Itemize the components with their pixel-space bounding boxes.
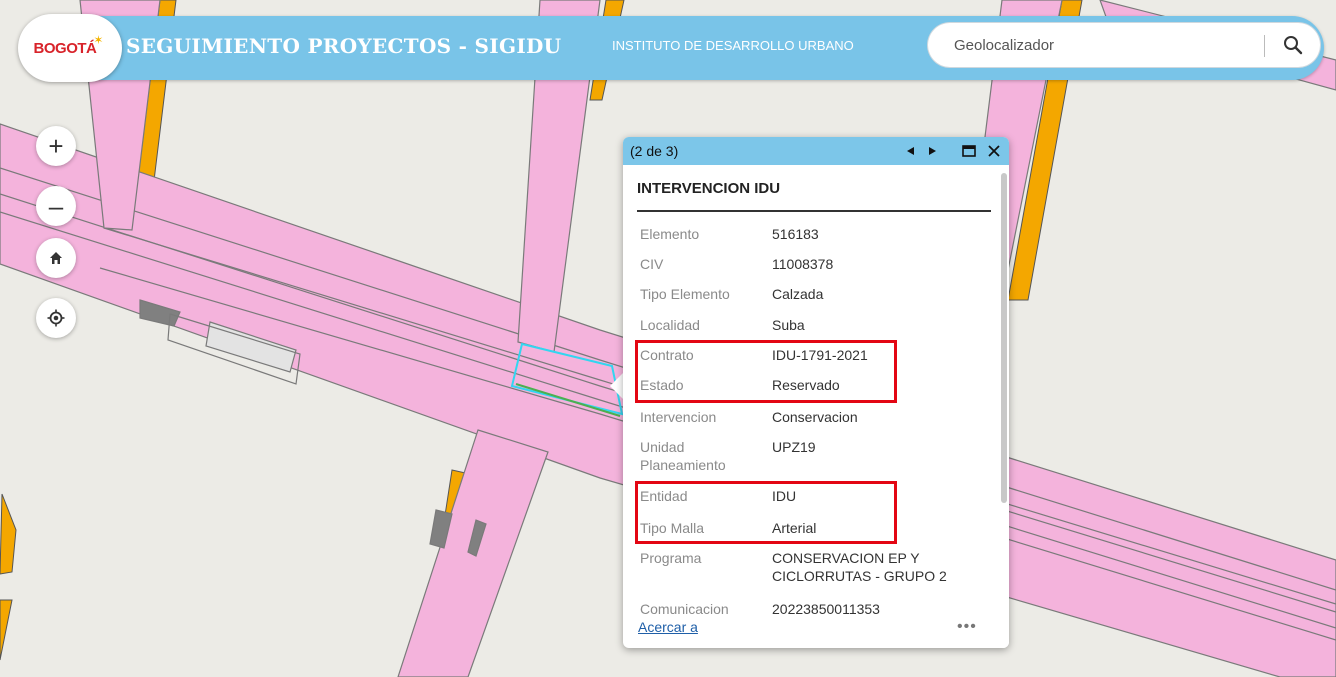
- popup-feature-count: (2 de 3): [630, 143, 679, 159]
- field-value: 11008378: [772, 256, 834, 272]
- zoom-out-button[interactable]: –: [36, 186, 76, 226]
- field-label: Unidad Planeamiento: [640, 439, 726, 473]
- popup-body: INTERVENCION IDU Elemento 516183 CIV 110…: [623, 165, 999, 648]
- logo-star-icon: ✶: [93, 33, 104, 47]
- more-actions-button[interactable]: •••: [957, 618, 977, 636]
- search-divider: [1264, 35, 1265, 57]
- home-button[interactable]: [36, 238, 76, 278]
- close-popup-button[interactable]: [985, 142, 1003, 160]
- field-label: Comunicacion: [640, 601, 729, 617]
- field-value: UPZ19: [772, 439, 816, 455]
- field-label: Intervencion: [640, 409, 717, 425]
- search-icon: [1284, 36, 1303, 55]
- field-value: 516183: [772, 226, 819, 242]
- minus-icon: –: [48, 191, 64, 221]
- field-value: 20223850011353: [772, 601, 880, 617]
- plus-icon: +: [48, 131, 64, 161]
- maximize-icon: [962, 145, 976, 157]
- field-value: Suba: [772, 317, 805, 333]
- app-title: SEGUIMIENTO PROYECTOS - SIGIDU: [126, 34, 562, 58]
- popup-title-divider: [637, 210, 991, 212]
- field-label: Localidad: [640, 317, 700, 333]
- highlight-box-contrato-estado: [635, 340, 897, 403]
- maximize-popup-button[interactable]: [960, 142, 978, 160]
- popup-pointer: [610, 372, 624, 400]
- popup-header: (2 de 3): [623, 137, 1009, 165]
- zoom-in-button[interactable]: +: [36, 126, 76, 166]
- field-label: CIV: [640, 256, 664, 272]
- app-subtitle: INSTITUTO DE DESARROLLO URBANO: [612, 38, 854, 53]
- info-popup: (2 de 3) INTERVENCION IDU Elemento 51618…: [623, 137, 1009, 648]
- locate-icon: [47, 309, 65, 327]
- close-icon: [988, 145, 1000, 157]
- app-header: BOGOTÁ ✶ SEGUIMIENTO PROYECTOS - SIGIDU …: [18, 14, 1324, 82]
- geolocator-search: [928, 23, 1320, 67]
- triangle-left-icon: [907, 147, 914, 155]
- highlight-box-entidad-tipo-malla: [635, 481, 897, 544]
- field-value: Calzada: [772, 286, 824, 302]
- field-label: Tipo Elemento: [640, 286, 730, 302]
- bogota-logo[interactable]: BOGOTÁ ✶: [18, 14, 122, 82]
- zoom-to-link[interactable]: Acercar a: [638, 619, 698, 635]
- home-icon: [50, 252, 62, 264]
- field-value: Conservacion: [772, 409, 858, 425]
- field-label: Elemento: [640, 226, 700, 242]
- locate-button[interactable]: [36, 298, 76, 338]
- popup-scrollbar-thumb[interactable]: [1001, 173, 1007, 503]
- popup-title: INTERVENCION IDU: [637, 180, 781, 197]
- previous-feature-button[interactable]: [902, 142, 920, 160]
- search-button[interactable]: [1274, 27, 1312, 63]
- logo-text: BOGOTÁ: [33, 39, 97, 57]
- next-feature-button[interactable]: [923, 142, 941, 160]
- field-label: Programa: [640, 550, 702, 566]
- triangle-right-icon: [929, 147, 936, 155]
- field-value: CONSERVACION EP Y CICLORRUTAS - GRUPO 2: [772, 550, 947, 584]
- search-input[interactable]: [952, 31, 1266, 59]
